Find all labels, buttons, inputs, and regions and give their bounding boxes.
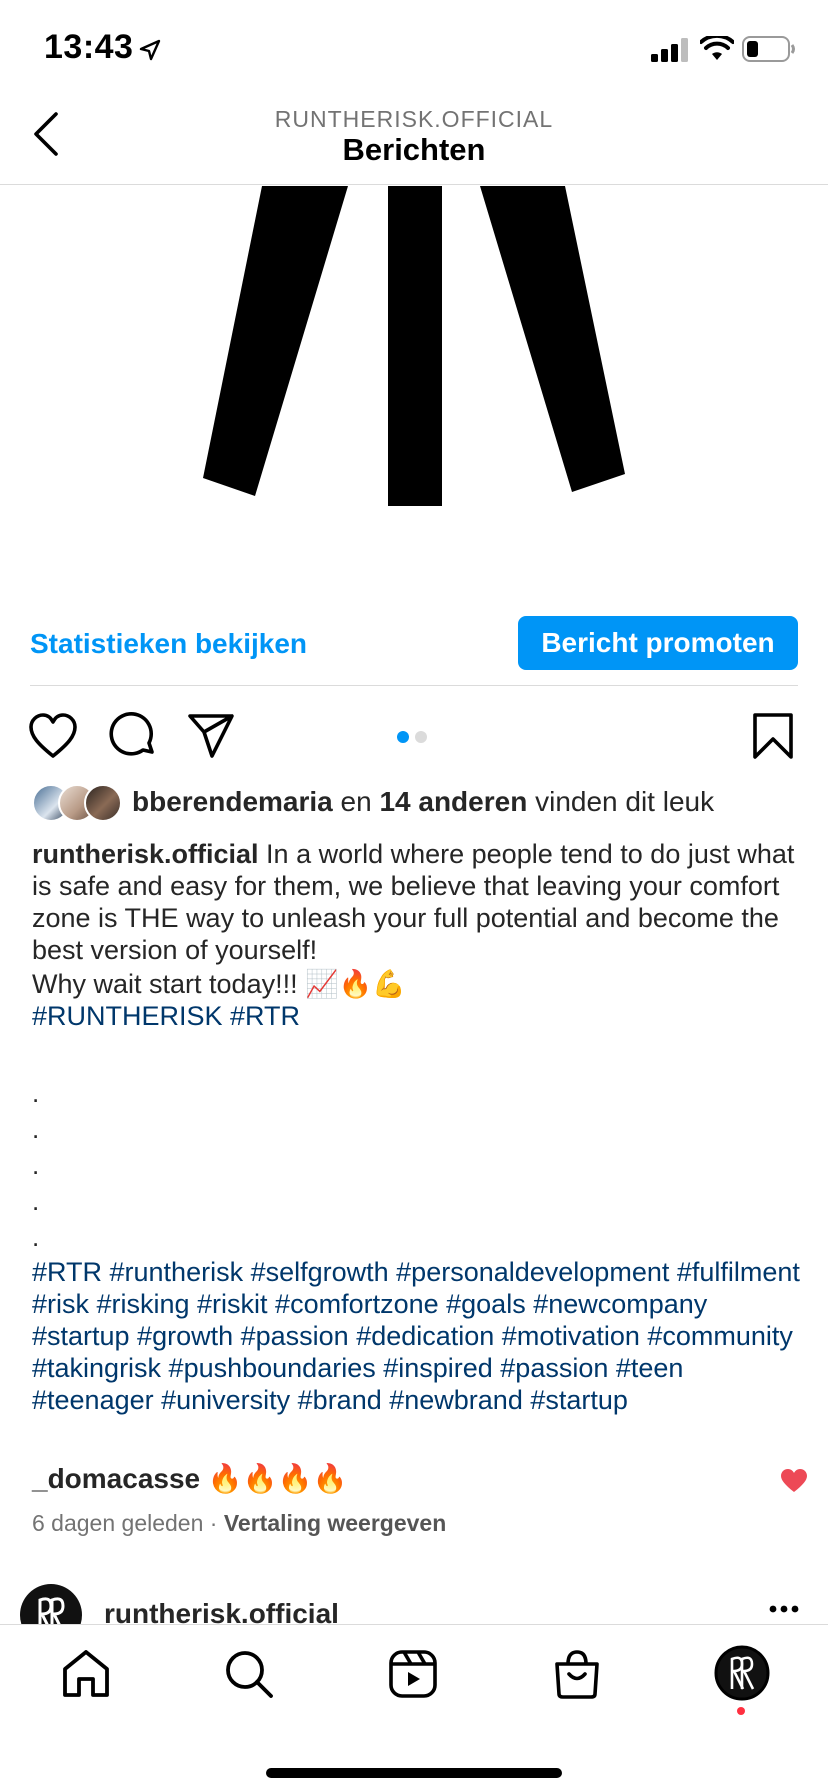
caption-username[interactable]: runtherisk.official <box>32 839 259 869</box>
likes-row[interactable]: bberendemaria en 14 anderen vinden dit l… <box>32 782 812 826</box>
comment-username[interactable]: _domacasse <box>32 1463 200 1494</box>
post-time: 6 dagen geleden <box>32 1510 204 1536</box>
logo-graphic <box>203 186 625 506</box>
caption-hashtag-block[interactable]: #RTR #runtherisk #selfgrowth #personalde… <box>32 1256 802 1416</box>
bookmark-icon[interactable] <box>748 712 798 760</box>
post-caption: runtherisk.official In a world where peo… <box>32 838 802 1032</box>
comment-text: 🔥🔥🔥🔥 <box>200 1463 348 1494</box>
comment-row: _domacasse 🔥🔥🔥🔥 <box>32 1462 807 1502</box>
comment-liked-heart-icon[interactable] <box>780 1468 808 1494</box>
wifi-icon <box>700 36 734 60</box>
battery-icon <box>742 36 795 62</box>
action-bar <box>0 706 828 766</box>
home-icon[interactable] <box>59 1647 113 1701</box>
header: RUNTHERISK.OFFICIAL Berichten <box>0 96 828 185</box>
profile-icon[interactable] <box>714 1645 770 1701</box>
likes-suffix: vinden dit leuk <box>527 786 715 817</box>
status-time: 13:43 <box>44 28 134 66</box>
translate-link[interactable]: Vertaling weergeven <box>224 1510 446 1536</box>
comment-icon[interactable] <box>108 712 158 760</box>
likes-summary: bberendemaria en 14 anderen vinden dit l… <box>132 786 714 818</box>
avatar <box>84 784 122 822</box>
shop-icon[interactable] <box>550 1647 604 1701</box>
carousel-dot <box>415 731 427 743</box>
bullet: . <box>32 1150 40 1180</box>
bullet: . <box>32 1186 40 1216</box>
more-options-icon[interactable] <box>768 1604 800 1614</box>
liker-avatars <box>32 784 122 822</box>
likes-connector: en <box>332 786 380 817</box>
home-indicator <box>266 1768 562 1778</box>
location-arrow-icon <box>139 39 161 61</box>
page-title: Berichten <box>342 132 486 167</box>
post-image[interactable] <box>0 186 828 586</box>
avatar[interactable] <box>20 1584 82 1624</box>
caption-hashtags[interactable]: #RUNTHERISK #RTR <box>32 1000 802 1032</box>
insights-row: Statistieken bekijken Bericht promoten <box>30 616 798 686</box>
view-insights-link[interactable]: Statistieken bekijken <box>30 628 307 660</box>
bullet: . <box>32 1114 40 1144</box>
next-post-username[interactable]: runtherisk.official <box>104 1598 339 1624</box>
caption-line2: Why wait start today!!! 📈🔥💪 <box>32 969 406 999</box>
caption-bullets: . . . . . <box>32 1075 39 1255</box>
bullet: . <box>32 1078 40 1108</box>
notification-dot <box>737 1707 745 1715</box>
post-meta: 6 dagen geleden · Vertaling weergeven <box>32 1510 446 1537</box>
meta-separator: · <box>203 1510 224 1536</box>
liker-username[interactable]: bberendemaria <box>132 786 333 817</box>
status-bar: 13:43 <box>0 0 828 96</box>
promote-post-button[interactable]: Bericht promoten <box>518 616 798 670</box>
share-icon[interactable] <box>186 712 236 760</box>
rr-logo-icon <box>38 1597 65 1624</box>
reels-icon[interactable] <box>386 1647 440 1701</box>
like-heart-icon[interactable] <box>28 712 78 760</box>
signal-icon <box>651 38 688 62</box>
header-account: RUNTHERISK.OFFICIAL <box>274 106 554 132</box>
likes-others[interactable]: 14 anderen <box>379 786 527 817</box>
carousel-indicator <box>397 730 433 748</box>
search-icon[interactable] <box>222 1647 276 1701</box>
bottom-tab-bar <box>0 1624 828 1792</box>
carousel-dot-active <box>397 731 409 743</box>
bullet: . <box>32 1222 40 1252</box>
next-post-header: runtherisk.official <box>0 1580 828 1624</box>
